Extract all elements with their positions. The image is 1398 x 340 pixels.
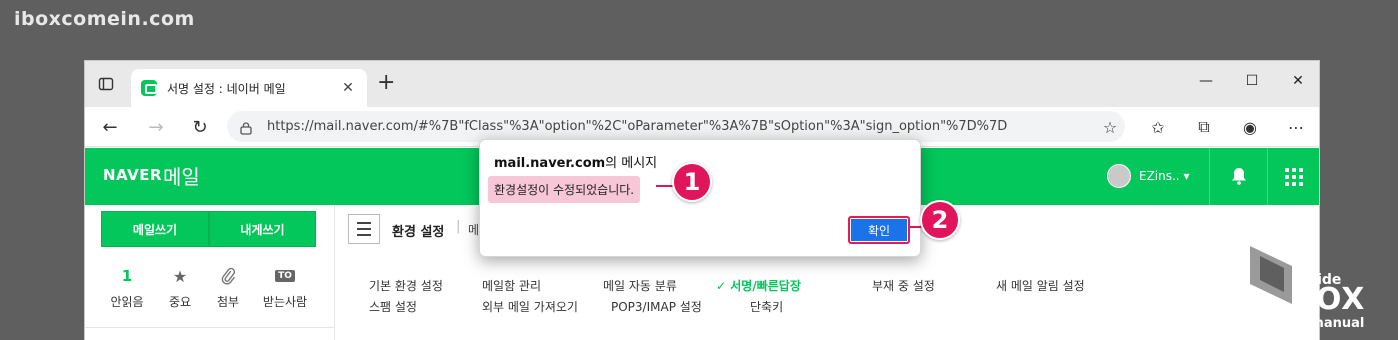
window-controls: — ☐ ✕ <box>1183 67 1319 95</box>
settings-link[interactable]: 외부 메일 가져오기 <box>482 298 578 315</box>
lock-icon[interactable] <box>239 120 253 135</box>
insidebox-logo: inside BOX EZmanual <box>1248 238 1388 338</box>
add-favorite-icon[interactable]: ☆ <box>1099 116 1121 138</box>
quick-attachment[interactable]: 첨부 <box>200 265 256 310</box>
quick-label: 첨부 <box>216 295 240 309</box>
refresh-icon[interactable]: ↻ <box>189 116 211 138</box>
tab-title: 서명 설정 : 네이버 메일 <box>167 81 286 96</box>
new-tab-button[interactable]: + <box>377 72 395 94</box>
quick-unread[interactable]: 1 안읽음 <box>99 265 155 310</box>
breadcrumb-separator: | <box>456 219 461 234</box>
settings-link[interactable]: 스팸 설정 <box>369 298 417 315</box>
settings-link[interactable]: 단축키 <box>750 298 783 315</box>
apps-grid-icon[interactable] <box>1285 168 1303 186</box>
write-to-self-button[interactable]: 내게쓰기 <box>209 211 316 247</box>
mail-service-title[interactable]: 메일 <box>163 161 200 190</box>
page-title: 환경 설정 <box>392 225 445 240</box>
header-divider <box>1209 148 1210 205</box>
naver-mail-favicon-icon <box>141 80 157 96</box>
quick-label: 받는사람 <box>262 295 308 309</box>
maximize-icon[interactable]: ☐ <box>1229 67 1275 95</box>
header-divider <box>1267 148 1268 205</box>
avatar <box>1107 164 1131 188</box>
naver-logo[interactable]: NAVER <box>103 166 162 184</box>
dialog-title-domain: mail.naver.com <box>494 156 606 171</box>
back-arrow-icon[interactable]: ← <box>99 116 121 138</box>
quick-label: 안읽음 <box>110 295 144 309</box>
favorites-icon[interactable]: ✩ <box>1147 116 1169 138</box>
brand-box-text: BOX <box>1292 282 1366 317</box>
settings-link[interactable]: 기본 환경 설정 <box>369 277 443 294</box>
tab-actions-icon[interactable] <box>95 73 117 95</box>
tab-close-icon[interactable]: ✕ <box>339 80 357 96</box>
active-tab[interactable]: 서명 설정 : 네이버 메일 ✕ <box>131 69 367 107</box>
paperclip-icon <box>200 265 256 287</box>
url-text[interactable]: https://mail.naver.com/#%7B"fClass"%3A"o… <box>267 119 1007 134</box>
url-actions: ☆ <box>1099 116 1121 138</box>
settings-link[interactable]: 부재 중 설정 <box>872 277 935 294</box>
breadcrumb-item: 메 <box>468 223 480 237</box>
settings-link[interactable]: POP3/IMAP 설정 <box>611 298 702 315</box>
more-menu-icon[interactable]: ⋯ <box>1285 116 1307 138</box>
unread-count: 1 <box>121 267 133 285</box>
user-menu[interactable]: EZins.. ▾ <box>1107 164 1189 188</box>
forward-arrow-icon[interactable]: → <box>145 116 167 138</box>
settings-link[interactable]: 메일함 관리 <box>482 277 541 294</box>
profile-icon[interactable]: ◉ <box>1239 116 1261 138</box>
divider <box>85 327 335 328</box>
mail-sidebar: 메일쓰기 내게쓰기 1 안읽음 ★ 중요 첨부 TO 받는사람 <box>85 205 335 340</box>
browser-toolbar: ✩ ⧉ ◉ ⋯ <box>1147 116 1307 138</box>
window-close-icon[interactable]: ✕ <box>1275 67 1319 95</box>
hamburger-menu-icon[interactable] <box>348 214 380 244</box>
settings-link[interactable]: 메일 자동 분류 <box>603 277 677 294</box>
site-watermark: iboxcomein.com <box>14 8 195 30</box>
dialog-title: mail.naver.com의 메시지 <box>494 152 657 171</box>
minimize-icon[interactable]: — <box>1183 67 1229 95</box>
brand-ez-text: EZmanual <box>1292 316 1365 331</box>
compose-button[interactable]: 메일쓰기 <box>101 211 209 247</box>
address-bar[interactable]: https://mail.naver.com/#%7B"fClass"%3A"o… <box>227 111 1125 142</box>
collections-icon[interactable]: ⧉ <box>1193 116 1215 138</box>
ok-button[interactable]: 확인 <box>848 216 910 244</box>
user-name: EZins.. ▾ <box>1139 169 1190 183</box>
quick-recipient[interactable]: TO 받는사람 <box>257 265 313 310</box>
callout-badge-1: 1 <box>672 162 712 202</box>
callout-badge-2: 2 <box>920 200 960 240</box>
dialog-title-suffix: 의 메시지 <box>605 156 658 171</box>
to-icon: TO <box>275 270 295 282</box>
settings-link[interactable]: 새 메일 알림 설정 <box>996 277 1085 294</box>
dialog-message: 환경설정이 수정되었습니다. <box>488 176 641 203</box>
settings-link-active[interactable]: ✓ 서명/빠른답장 <box>716 277 801 294</box>
tab-bar: 서명 설정 : 네이버 메일 ✕ + — ☐ ✕ <box>85 61 1319 107</box>
bell-icon[interactable] <box>1229 166 1249 186</box>
